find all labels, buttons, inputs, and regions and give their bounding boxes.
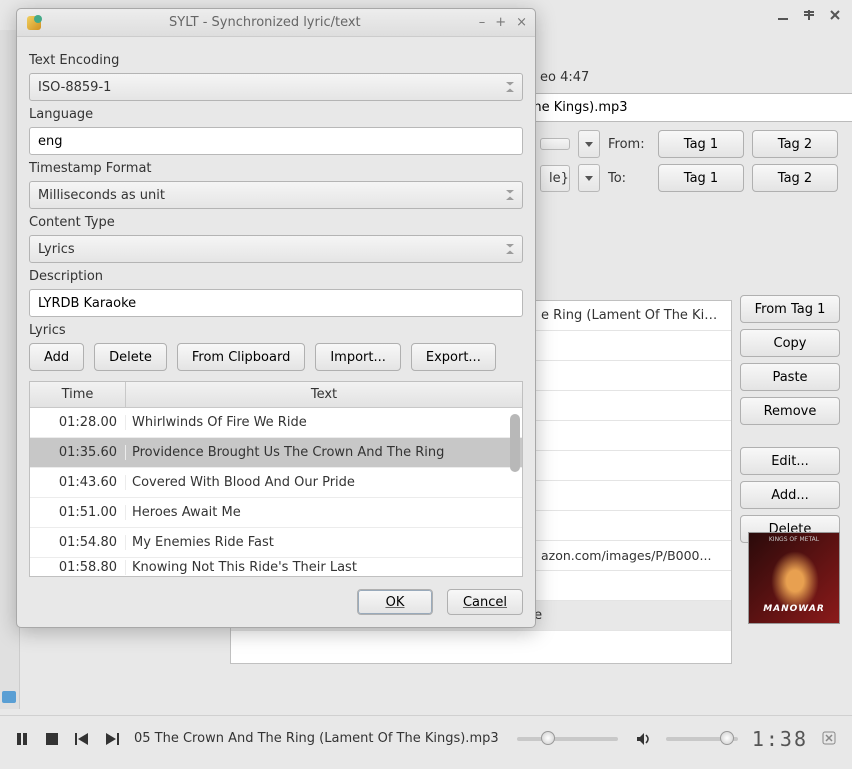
lyrics-toolbar: Add Delete From Clipboard Import... Expo…: [29, 343, 523, 371]
stop-icon[interactable]: [44, 731, 60, 747]
close-small-icon[interactable]: [822, 731, 838, 747]
album-figure: [771, 551, 819, 611]
album-logo-text: MANOWAR: [753, 604, 835, 620]
text-encoding-label: Text Encoding: [29, 53, 523, 68]
dialog-minimize-icon[interactable]: –: [479, 15, 486, 30]
to-tag1-button[interactable]: Tag 1: [658, 164, 744, 192]
text-encoding-combo[interactable]: ISO-8859-1: [29, 73, 523, 101]
dialog-title: SYLT - Synchronized lyric/text: [51, 15, 479, 30]
lyrics-row[interactable]: 01:28.00 Whirlwinds Of Fire We Ride: [30, 408, 522, 438]
text-encoding-value: ISO-8859-1: [38, 80, 111, 95]
lyrics-table-header: Time Text: [30, 382, 522, 408]
lyric-text: Covered With Blood And Our Pride: [126, 475, 522, 490]
album-top-text: KINGS OF METAL: [749, 536, 839, 543]
col-time-header[interactable]: Time: [30, 382, 126, 407]
language-label: Language: [29, 107, 523, 122]
paste-button[interactable]: Paste: [740, 363, 840, 391]
timestamp-combo[interactable]: Milliseconds as unit: [29, 181, 523, 209]
next-track-icon[interactable]: [104, 731, 120, 747]
lyrics-label: Lyrics: [29, 323, 523, 338]
dialog-close-icon[interactable]: ×: [516, 15, 527, 30]
lyrics-row[interactable]: 01:54.80 My Enemies Ride Fast: [30, 528, 522, 558]
content-type-label: Content Type: [29, 215, 523, 230]
lyrics-row[interactable]: 01:35.60 Providence Brought Us The Crown…: [30, 438, 522, 468]
album-art[interactable]: KINGS OF METAL MANOWAR: [748, 532, 840, 624]
timestamp-label: Timestamp Format: [29, 161, 523, 176]
lyric-time: 01:43.60: [30, 475, 126, 490]
lyrics-table: Time Text 01:28.00 Whirlwinds Of Fire We…: [29, 381, 523, 577]
ok-button[interactable]: OK: [357, 589, 433, 615]
remove-button[interactable]: Remove: [740, 397, 840, 425]
lyrics-row[interactable]: 01:58.80 Knowing Not This Ride's Their L…: [30, 558, 522, 576]
close-icon[interactable]: [828, 8, 842, 22]
lyric-text: Heroes Await Me: [126, 505, 522, 520]
volume-slider[interactable]: [666, 737, 738, 741]
from-label: From:: [608, 137, 650, 152]
lyric-text: Whirlwinds Of Fire We Ride: [126, 415, 522, 430]
content-type-combo[interactable]: Lyrics: [29, 235, 523, 263]
lyrics-row[interactable]: 01:51.00 Heroes Await Me: [30, 498, 522, 528]
lyric-text: Providence Brought Us The Crown And The …: [126, 445, 522, 460]
player-bar: 05 The Crown And The Ring (Lament Of The…: [0, 715, 852, 761]
folder-icon[interactable]: [2, 691, 16, 703]
scrollbar-thumb[interactable]: [510, 414, 520, 472]
lyrics-add-button[interactable]: Add: [29, 343, 84, 371]
main-window: eo 4:47 From: Tag 1 Tag 2 le} To: Tag 1 …: [0, 0, 852, 769]
edit-button[interactable]: Edit...: [740, 447, 840, 475]
dialog-titlebar[interactable]: SYLT - Synchronized lyric/text – + ×: [17, 9, 535, 37]
minimize-icon[interactable]: [776, 8, 790, 22]
maximize-icon[interactable]: [802, 8, 816, 22]
from-clipboard-button[interactable]: From Clipboard: [177, 343, 305, 371]
to-label: To:: [608, 171, 650, 186]
app-icon: [25, 14, 43, 32]
lyric-time: 01:51.00: [30, 505, 126, 520]
lyric-time: 01:58.80: [30, 560, 126, 575]
from-tag1-side-button[interactable]: From Tag 1: [740, 295, 840, 323]
language-input[interactable]: [29, 127, 523, 155]
from-format-combo[interactable]: [540, 138, 570, 150]
sylt-dialog: SYLT - Synchronized lyric/text – + × Tex…: [16, 8, 536, 628]
dialog-maximize-icon[interactable]: +: [495, 15, 506, 30]
now-playing-label: 05 The Crown And The Ring (Lament Of The…: [134, 731, 499, 746]
content-type-value: Lyrics: [38, 242, 75, 257]
lyrics-delete-button[interactable]: Delete: [94, 343, 167, 371]
lyrics-row[interactable]: 01:43.60 Covered With Blood And Our Prid…: [30, 468, 522, 498]
lyric-time: 01:54.80: [30, 535, 126, 550]
from-tag2-button[interactable]: Tag 2: [752, 130, 838, 158]
add-button[interactable]: Add...: [740, 481, 840, 509]
time-display: 1:38: [752, 727, 808, 751]
copy-button[interactable]: Copy: [740, 329, 840, 357]
from-tag1-button[interactable]: Tag 1: [658, 130, 744, 158]
lyric-time: 01:35.60: [30, 445, 126, 460]
chevron-down-icon[interactable]: [578, 130, 600, 158]
lyric-text: Knowing Not This Ride's Their Last: [126, 560, 522, 575]
to-format-combo[interactable]: le}: [540, 165, 570, 192]
import-button[interactable]: Import...: [315, 343, 401, 371]
dialog-footer: OK Cancel: [29, 589, 523, 615]
lyric-time: 01:28.00: [30, 415, 126, 430]
cancel-button[interactable]: Cancel: [447, 589, 523, 615]
scrollbar[interactable]: [510, 410, 520, 574]
export-button[interactable]: Export...: [411, 343, 496, 371]
volume-icon[interactable]: [636, 731, 652, 747]
side-panel: From Tag 1 Copy Paste Remove Edit... Add…: [740, 295, 840, 543]
chevron-down-icon[interactable]: [578, 164, 600, 192]
prev-track-icon[interactable]: [74, 731, 90, 747]
pause-icon[interactable]: [14, 731, 30, 747]
to-tag2-button[interactable]: Tag 2: [752, 164, 838, 192]
col-text-header[interactable]: Text: [126, 382, 522, 407]
lyric-text: My Enemies Ride Fast: [126, 535, 522, 550]
description-input[interactable]: [29, 289, 523, 317]
seek-slider[interactable]: [517, 737, 618, 741]
description-label: Description: [29, 269, 523, 284]
timestamp-value: Milliseconds as unit: [38, 188, 165, 203]
lyrics-table-body: 01:28.00 Whirlwinds Of Fire We Ride 01:3…: [30, 408, 522, 576]
